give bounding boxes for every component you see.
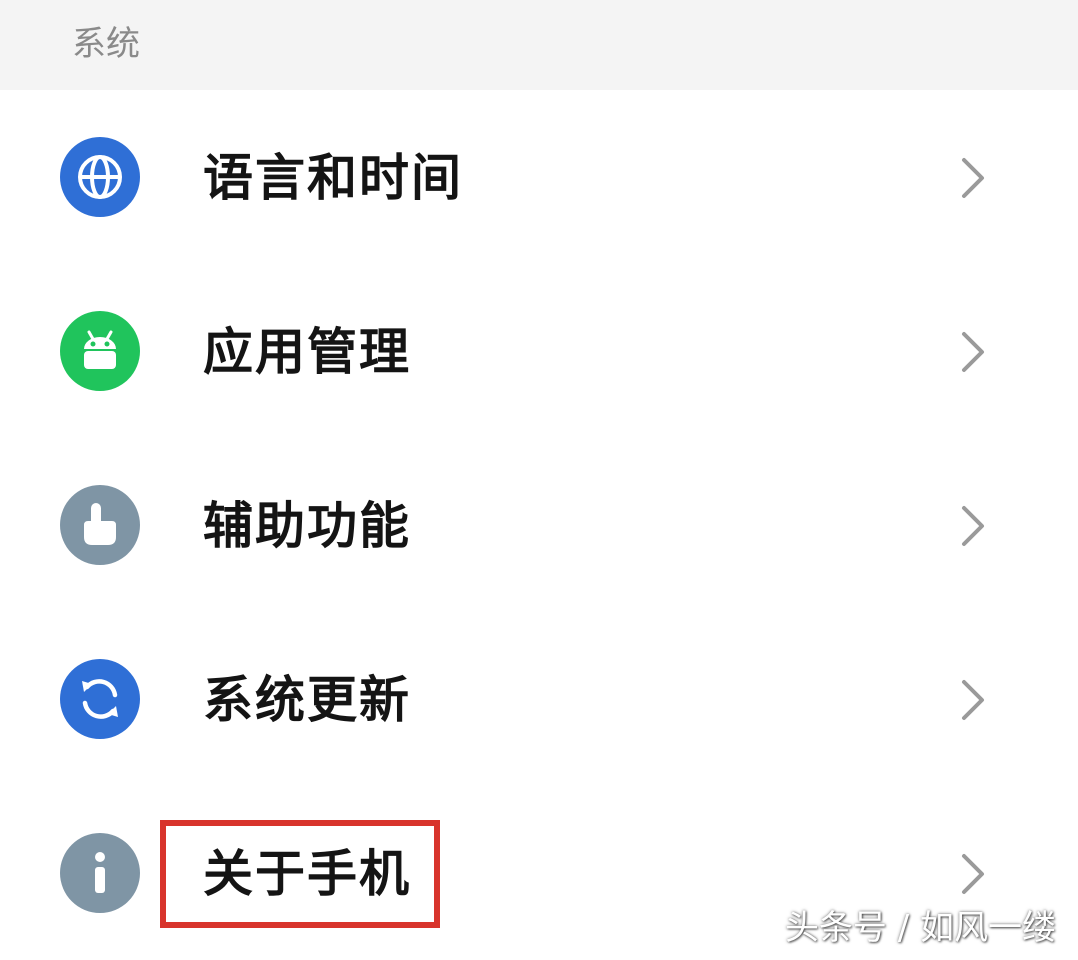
- chevron-right-icon: [952, 850, 992, 898]
- chevron-right-icon: [952, 154, 992, 202]
- settings-item-app-management[interactable]: 应用管理: [0, 264, 1078, 438]
- settings-item-label: 语言和时间: [203, 149, 463, 207]
- settings-item-label: 辅助功能: [203, 497, 411, 555]
- settings-item-accessibility[interactable]: 辅助功能: [0, 438, 1078, 612]
- section-title: 系统: [72, 24, 140, 64]
- settings-item-system-update[interactable]: 系统更新: [0, 612, 1078, 786]
- watermark: 头条号 / 如风一缕: [784, 908, 1056, 948]
- chevron-right-icon: [952, 502, 992, 550]
- settings-item-language-time[interactable]: 语言和时间: [0, 90, 1078, 264]
- settings-item-label: 关于手机: [203, 845, 411, 903]
- android-icon: [60, 311, 140, 391]
- settings-item-label: 应用管理: [203, 323, 411, 381]
- chevron-right-icon: [952, 676, 992, 724]
- globe-icon: [60, 137, 140, 217]
- section-header: 系统: [0, 0, 1078, 90]
- sync-icon: [60, 659, 140, 739]
- chevron-right-icon: [952, 328, 992, 376]
- hand-pointer-icon: [60, 485, 140, 565]
- settings-item-label: 系统更新: [203, 671, 411, 729]
- info-icon: [60, 833, 140, 913]
